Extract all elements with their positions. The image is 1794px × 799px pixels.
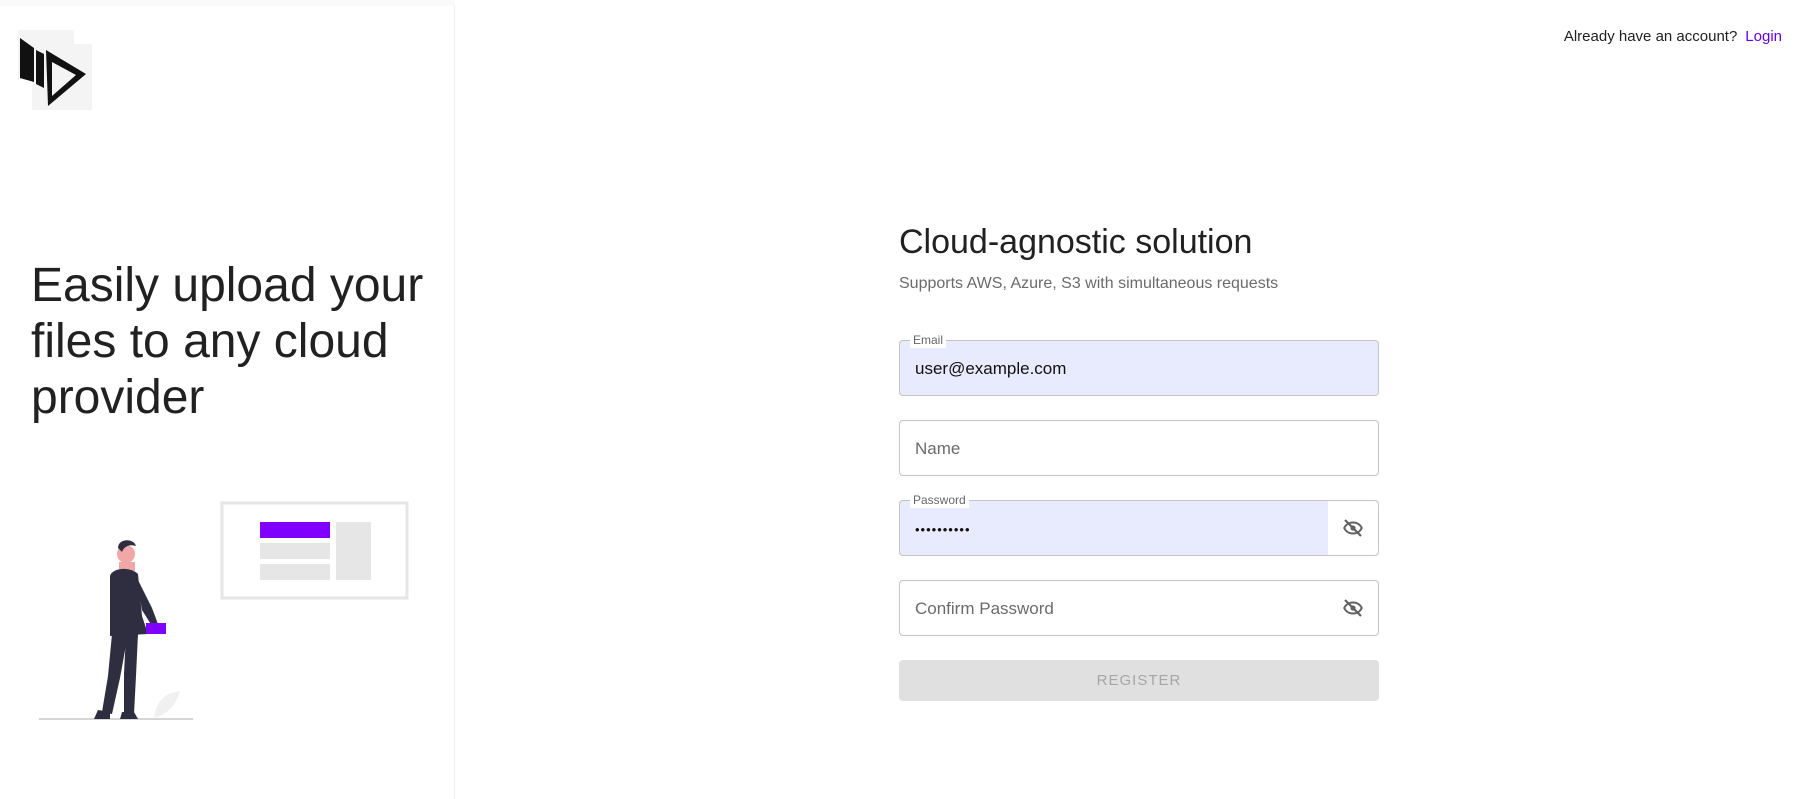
password-input[interactable] [913,501,1337,557]
already-have-account-text: Already have an account? [1563,28,1738,45]
name-input[interactable] [913,421,1337,477]
password-field[interactable]: Password [899,492,1379,557]
register-form-header: Cloud-agnostic solution Supports AWS, Az… [899,220,1379,293]
form-title: Cloud-agnostic solution [899,223,1253,261]
top-bar: Already have an account? Login [1564,28,1782,45]
eye-off-icon [1343,599,1363,617]
email-field[interactable]: Email [899,332,1379,397]
confirm-password-visibility-toggle[interactable] [1328,581,1378,635]
name-field[interactable] [899,420,1379,477]
eye-off-icon [1343,519,1363,537]
email-input[interactable] [913,341,1337,397]
brand-logo [18,30,92,110]
form-subtitle: Supports AWS, Azure, S3 with simultaneou… [899,275,1279,292]
left-panel: Easily upload your files to any cloud pr… [0,6,455,799]
password-visibility-toggle[interactable] [1328,501,1378,555]
confirm-password-input[interactable] [913,581,1337,637]
login-link[interactable]: Login [1745,28,1782,45]
person-upload-illustration [39,501,409,720]
register-button[interactable]: REGISTER [899,660,1379,701]
confirm-password-field[interactable] [899,580,1379,637]
hero-headline: Easily upload your files to any cloud pr… [31,259,424,424]
